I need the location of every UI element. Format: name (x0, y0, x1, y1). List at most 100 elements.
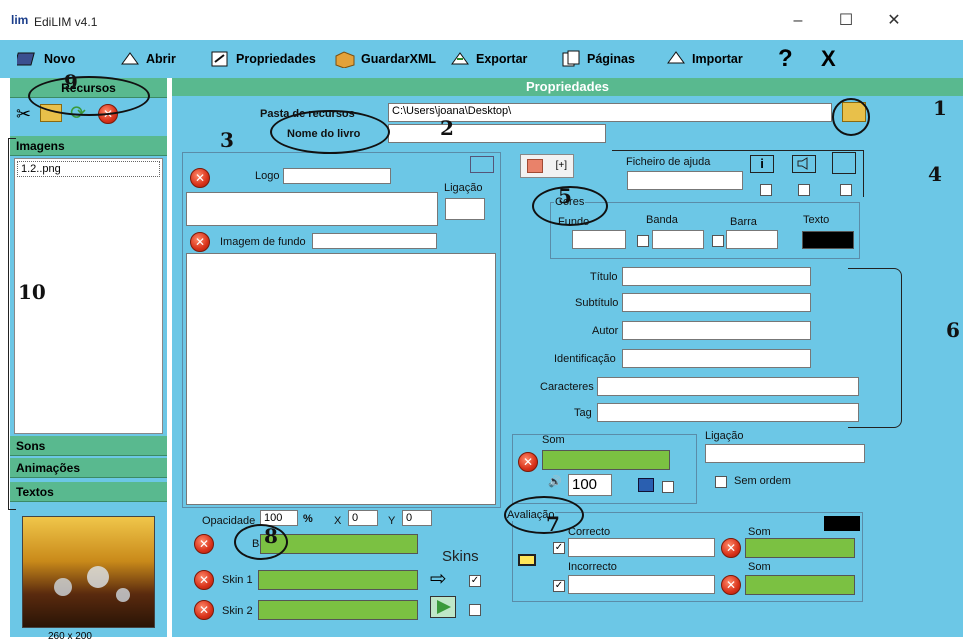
skin1-label: Skin 1 (222, 574, 253, 586)
pasta-input[interactable]: C:\Users\joana\Desktop\ (388, 103, 832, 122)
evaluation-icon[interactable] (518, 554, 536, 566)
titulo-input[interactable] (622, 267, 811, 286)
volume-input[interactable]: 100 (568, 474, 612, 496)
sem-ordem-label: Sem ordem (734, 475, 791, 487)
annotation-ellipse-2 (270, 110, 390, 154)
caracteres-input[interactable] (597, 377, 859, 396)
percent-label: % (303, 513, 313, 525)
banda-checkbox[interactable] (637, 235, 649, 247)
som-slot[interactable] (542, 450, 670, 470)
speaker-icon[interactable] (792, 155, 816, 173)
properties-header: Propriedades (172, 78, 963, 96)
delete-som-correcto-icon[interactable]: ✕ (721, 538, 741, 558)
identificacao-label: Identificação (554, 353, 616, 365)
delete-skin1-icon[interactable]: ✕ (194, 570, 214, 590)
logo-color-swatch[interactable] (470, 156, 494, 173)
y-input[interactable]: 0 (402, 510, 432, 526)
imagens-header[interactable]: Imagens (10, 136, 167, 156)
barra-color-swatch[interactable] (726, 230, 778, 249)
list-item[interactable]: 1.2..png (17, 161, 160, 177)
sem-ordem-checkbox[interactable] (715, 476, 727, 488)
skin2-slot[interactable] (258, 600, 418, 620)
skin1-checkbox[interactable]: ✓ (469, 575, 481, 587)
add-button[interactable]: [+] (520, 154, 574, 178)
import-icon (664, 49, 688, 69)
subtitulo-label: Subtítulo (575, 297, 619, 309)
minimize-button[interactable]: – (778, 8, 818, 34)
subtitulo-input[interactable] (622, 293, 811, 312)
help-button[interactable]: ? (778, 45, 793, 72)
skin1-slot[interactable] (258, 570, 418, 590)
annotation-ellipse-7 (504, 496, 584, 534)
correcto-input[interactable] (568, 538, 715, 557)
menu-exportar[interactable]: Exportar (448, 48, 527, 70)
loop-checkbox[interactable] (662, 481, 674, 493)
som-correcto-slot[interactable] (745, 538, 855, 558)
ligacao2-input[interactable] (705, 444, 865, 463)
delete-logo-icon[interactable]: ✕ (190, 168, 210, 188)
skins-label: Skins (442, 548, 479, 565)
menu-propriedades[interactable]: Propriedades (208, 48, 316, 70)
animacoes-header[interactable]: Animações (10, 458, 167, 478)
nome-input[interactable] (388, 124, 606, 143)
correcto-label: Correcto (568, 526, 611, 538)
incorrecto-checkbox[interactable]: ✓ (553, 580, 565, 592)
menu-importar[interactable]: Importar (664, 48, 743, 70)
logo-input[interactable] (283, 168, 391, 184)
som-incorrecto-label: Som (748, 561, 771, 573)
menu-guardar[interactable]: GuardarXML (333, 48, 436, 70)
textos-header[interactable]: Textos (10, 482, 167, 502)
menu-bar: Novo Abrir Propriedades GuardarXML Expor… (0, 40, 963, 78)
delete-background-icon[interactable]: ✕ (190, 232, 210, 252)
ligacao-label: Ligação (444, 182, 483, 194)
banda-color-swatch[interactable] (652, 230, 704, 249)
exit-button[interactable]: X (821, 46, 836, 71)
annotation-2: 2 (440, 116, 454, 140)
window-checkbox[interactable] (840, 184, 852, 196)
properties-panel: Propriedades Pasta de recursos C:\Users\… (172, 78, 963, 637)
maximize-button[interactable]: ☐ (826, 8, 866, 34)
x-label: X (334, 515, 342, 527)
delete-som-incorrecto-icon[interactable]: ✕ (721, 575, 741, 595)
window-icon[interactable] (832, 152, 856, 174)
scissors-icon[interactable]: ✂ (16, 104, 31, 125)
som-incorrecto-slot[interactable] (745, 575, 855, 595)
speaker-checkbox[interactable] (798, 184, 810, 196)
delete-barra-icon[interactable]: ✕ (194, 534, 214, 554)
barra-checkbox[interactable] (712, 235, 724, 247)
incorrecto-input[interactable] (568, 575, 715, 594)
info-checkbox[interactable] (760, 184, 772, 196)
delete-skin2-icon[interactable]: ✕ (194, 600, 214, 620)
skin2-checkbox[interactable] (469, 604, 481, 616)
logo-preview[interactable] (186, 192, 438, 226)
texto-color-swatch[interactable] (802, 231, 854, 249)
export-icon (448, 49, 472, 69)
autor-input[interactable] (622, 321, 811, 340)
fundo-color-swatch[interactable] (572, 230, 626, 249)
menu-guardar-label: GuardarXML (361, 52, 437, 66)
ficheiro-ajuda-input[interactable] (627, 171, 743, 190)
annotation-9: 9 (64, 70, 78, 94)
arrow-right-icon[interactable]: ⇨ (430, 569, 447, 589)
close-button[interactable]: ✕ (874, 8, 914, 34)
imagem-fundo-input[interactable] (312, 233, 437, 249)
volume-icon[interactable]: 🔊 (548, 475, 562, 488)
loop-icon[interactable] (638, 478, 654, 492)
tag-input[interactable] (597, 403, 859, 422)
annotation-bracket-10 (8, 138, 16, 510)
info-icon[interactable]: i (750, 155, 774, 173)
x-input[interactable]: 0 (348, 510, 378, 526)
title-bar: lim EdiLIM v4.1 – ☐ ✕ (0, 0, 963, 40)
page-preview-area[interactable] (186, 253, 496, 505)
menu-paginas[interactable]: Páginas (559, 48, 635, 70)
menu-novo[interactable]: Novo (16, 48, 75, 70)
play-icon[interactable] (430, 596, 456, 618)
sons-header[interactable]: Sons (10, 436, 167, 456)
menu-abrir[interactable]: Abrir (118, 48, 176, 70)
avaliacao-color-swatch[interactable] (824, 516, 860, 531)
ligacao-input[interactable] (445, 198, 485, 220)
correcto-checkbox[interactable]: ✓ (553, 542, 565, 554)
delete-som-icon[interactable]: ✕ (518, 452, 538, 472)
identificacao-input[interactable] (622, 349, 811, 368)
annotation-10: 10 (18, 280, 46, 304)
